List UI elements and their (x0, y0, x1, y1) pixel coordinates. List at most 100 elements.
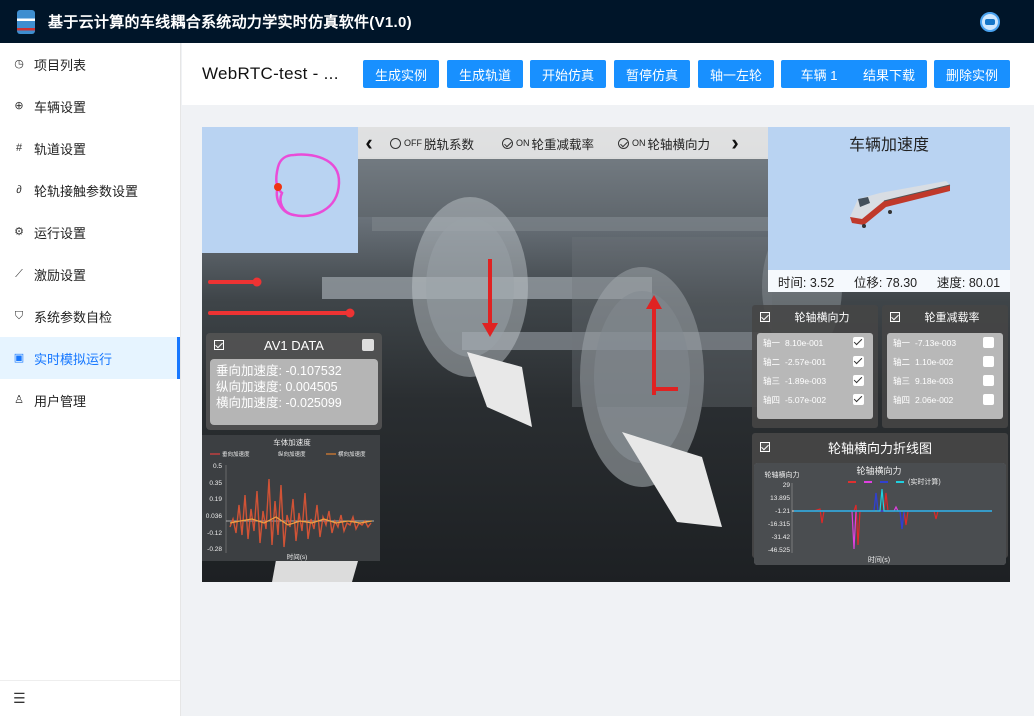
gear-icon: ⚙ (14, 226, 24, 238)
legend-lateral: 横向加速度 (338, 450, 366, 458)
axle-1-checkbox[interactable] (853, 337, 864, 348)
axle-2-checkbox[interactable] (983, 356, 994, 367)
sidebar-item-realtime-sim[interactable]: ▣ 实时模拟运行 (0, 337, 180, 379)
sidebar-item-label: 车辆设置 (34, 99, 87, 115)
line-chart-toggle-checkbox[interactable] (760, 442, 770, 452)
svg-text:-0.28: -0.28 (207, 546, 222, 553)
svg-text:-1.21: -1.21 (775, 508, 790, 515)
axle-4-checkbox[interactable] (983, 394, 994, 405)
sidebar-item-label: 激励设置 (34, 267, 87, 283)
av1-title: AV1 DATA (264, 337, 324, 353)
sidebar-item-run-settings[interactable]: ⚙ 运行设置 (0, 211, 180, 253)
svg-text:-31.42: -31.42 (772, 534, 791, 541)
toggle-on-icon (502, 137, 514, 149)
axle-3-checkbox[interactable] (853, 375, 864, 386)
globe-icon: ⊕ (14, 100, 24, 112)
collapse-sidebar-icon[interactable]: ☰ (0, 680, 180, 716)
av1-toggle-checkbox[interactable] (214, 340, 224, 350)
app-title: 基于云计算的车线耦合系统动力学实时仿真软件(V1.0) (48, 14, 412, 31)
vehicle-accel-panel: 车辆加速度 时间: 3.52 位移: 78.30 速度: 80.01 (768, 127, 1010, 292)
accel-panel-title: 车辆加速度 (848, 137, 929, 154)
hash-icon: # (15, 142, 23, 154)
user-icon: ♙ (14, 394, 24, 406)
unloading-toggle-checkbox[interactable] (890, 312, 900, 322)
prev-arrow-icon[interactable]: ‹ (358, 130, 380, 156)
svg-text:-16.315: -16.315 (768, 521, 790, 528)
track-minimap[interactable] (202, 127, 358, 253)
sidebar-item-label: 项目列表 (34, 57, 87, 73)
svg-text:0.19: 0.19 (209, 496, 222, 503)
mode-toggle-derailment[interactable]: OFF 脱轨系数 (390, 134, 474, 153)
toggle-off-icon (390, 137, 401, 149)
chart-title: 车体加速度 (273, 437, 311, 447)
download-results-button[interactable]: 结果下载 (851, 60, 927, 88)
svg-text:-46.525: -46.525 (768, 547, 790, 554)
simulation-viewport[interactable]: ‹ OFF 脱轨系数 ON 轮重减载率 ON 轮轴横向力 › 车辆加速度 时间:… (202, 127, 1010, 582)
axle-1-checkbox[interactable] (983, 337, 994, 348)
legend-vertical: 垂向加速度 (222, 450, 250, 458)
svg-text:0.036: 0.036 (206, 513, 223, 520)
line-chart-panel-title: 轮轴横向力折线图 (827, 440, 932, 456)
dashboard-icon: ◷ (14, 58, 24, 70)
svg-text:13.895: 13.895 (770, 495, 790, 502)
lateral-force-panel: 轮轴横向力 轴一 8.10e-001 轴二 -2.57e-001 轴三 -1.89e-… (752, 305, 878, 428)
mode-toggle-unloading[interactable]: ON 轮重减载率 (502, 134, 594, 153)
monitor-icon: ▣ (13, 352, 25, 364)
axle-3-checkbox[interactable] (983, 375, 994, 386)
sim-stats-bar: 时间: 3.52 位移: 78.30 速度: 80.01 (768, 270, 1010, 292)
sidebar-item-user-management[interactable]: ♙ 用户管理 (0, 379, 180, 421)
sidebar-item-label: 实时模拟运行 (34, 351, 113, 367)
shield-icon: ⛉ (14, 310, 24, 322)
axle-2-checkbox[interactable] (853, 356, 864, 367)
svg-text:时间(s): 时间(s) (868, 555, 890, 564)
project-name: WebRTC-test - ... (202, 64, 339, 83)
unloading-title: 轮重减载率 (924, 312, 980, 324)
create-instance-button[interactable]: 生成实例 (363, 60, 439, 88)
sidebar-item-vehicle-settings[interactable]: ⊕ 车辆设置 (0, 85, 180, 127)
sim-time: 时间: 3.52 (777, 275, 835, 290)
lateral-force-line-panel: 轮轴横向力折线图 轮轴横向力 轮轴横向力 (实时计算) 29 13.895 -1… (752, 433, 1008, 565)
sidebar-item-label: 运行设置 (34, 225, 87, 241)
lateral-force-chart: 轮轴横向力 轮轴横向力 (实时计算) 29 13.895 -1.21 -16.3… (754, 463, 1006, 565)
chart-xlabel: 时间(s) (287, 552, 308, 561)
pause-sim-button[interactable]: 暂停仿真 (614, 60, 690, 88)
sidebar-item-contact-params[interactable]: ∂ 轮轨接触参数设置 (0, 169, 180, 211)
av1-close-checkbox[interactable] (362, 339, 374, 351)
av1-lateral: 横向加速度: -0.025099 (216, 396, 342, 410)
lateral-force-toggle-checkbox[interactable] (760, 312, 770, 322)
wheel-select-button[interactable]: 轴一左轮 (698, 60, 774, 88)
lateral-force-title: 轮轴横向力 (794, 312, 850, 324)
realtime-label: (实时计算) (908, 477, 941, 486)
sidebar-item-label: 系统参数自检 (34, 309, 113, 325)
sidebar-item-param-check[interactable]: ⛉ 系统参数自检 (0, 295, 180, 337)
user-avatar-icon[interactable] (980, 12, 1000, 32)
svg-text:-0.12: -0.12 (207, 530, 222, 537)
legend-longitudinal: 纵向加速度 (278, 450, 306, 458)
svg-text:0.5: 0.5 (213, 463, 222, 470)
generate-track-button[interactable]: 生成轨道 (447, 60, 523, 88)
train-logo-icon (17, 9, 35, 34)
sidebar-item-project-list[interactable]: ◷ 项目列表 (0, 43, 180, 85)
sidebar-item-label: 用户管理 (34, 393, 87, 409)
sidebar-item-track-settings[interactable]: # 轨道设置 (0, 127, 180, 169)
unloading-rate-panel: 轮重减载率 轴一 -7.13e-003 轴二 1.10e-002 轴三 9.18e-0… (882, 305, 1008, 428)
delete-instance-button[interactable]: 删除实例 (934, 60, 1010, 88)
svg-text:轮轴横向力: 轮轴横向力 (765, 470, 800, 479)
display-mode-bar: ‹ OFF 脱轨系数 ON 轮重减载率 ON 轮轴横向力 › (358, 127, 768, 159)
av1-vertical: 垂向加速度: -0.107532 (216, 364, 342, 378)
line-chart-icon: ⟋ (15, 268, 23, 280)
sidebar-item-excitation-settings[interactable]: ⟋ 激励设置 (0, 253, 180, 295)
sidebar-item-label: 轨道设置 (34, 141, 87, 157)
av1-data-panel: AV1 DATA 垂向加速度: -0.107532 纵向加速度: 0.00450… (206, 333, 382, 430)
svg-text:29: 29 (783, 482, 791, 489)
link-icon: ∂ (16, 184, 22, 196)
vehicle-select-button[interactable]: 车辆 1 (781, 60, 857, 88)
start-sim-button[interactable]: 开始仿真 (530, 60, 606, 88)
mode-toggle-lateral-force[interactable]: ON 轮轴横向力 (618, 134, 710, 153)
toolbar: WebRTC-test - ... 生成实例 生成轨道 开始仿真 暂停仿真 轴一… (182, 43, 1034, 105)
axle-4-checkbox[interactable] (853, 394, 864, 405)
next-arrow-icon[interactable]: › (724, 130, 746, 156)
train-model-icon (850, 181, 951, 228)
sim-displacement: 位移: 78.30 (853, 275, 918, 290)
svg-text:0.35: 0.35 (209, 480, 222, 487)
